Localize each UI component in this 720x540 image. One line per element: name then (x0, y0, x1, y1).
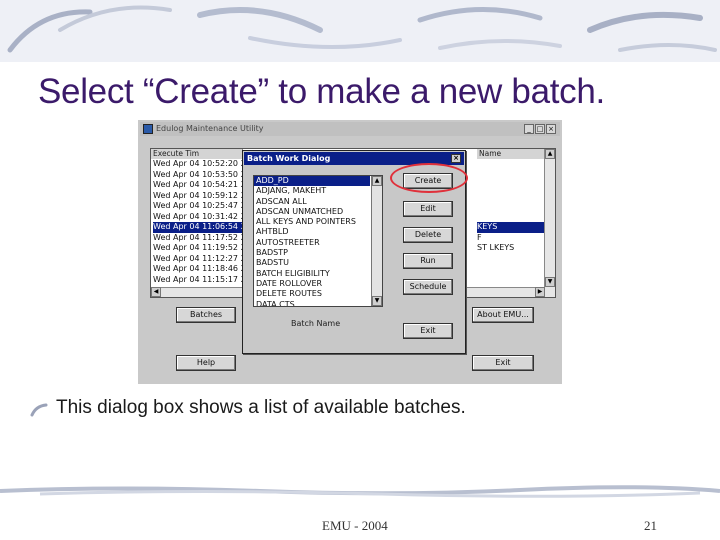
batches-button[interactable]: Batches (176, 307, 236, 323)
bullet-text: This dialog box shows a list of availabl… (56, 397, 466, 418)
batch-list-item[interactable]: AUTOSTREETER (254, 238, 370, 248)
history-row-name[interactable] (477, 264, 547, 275)
scroll-up-arrow-icon[interactable]: ▲ (545, 149, 555, 159)
dialog-title: Batch Work Dialog (247, 154, 331, 163)
minimize-button[interactable]: _ (524, 124, 534, 134)
footer-text: EMU - 2004 (322, 518, 388, 533)
vertical-scrollbar[interactable]: ▲ ▼ (544, 149, 555, 297)
schedule-button[interactable]: Schedule (403, 279, 453, 295)
history-row[interactable]: Wed Apr 04 11:17:52 2 (153, 233, 245, 244)
batch-list-item[interactable]: ADJANG, MAKEHT (254, 186, 370, 196)
page-number: 21 (644, 518, 657, 533)
history-row-name[interactable]: ST LKEYS (477, 243, 547, 254)
history-row[interactable]: Wed Apr 04 11:06:54 2 (153, 222, 245, 233)
history-row[interactable]: Wed Apr 04 10:54:21 2 (153, 180, 245, 191)
history-row-name[interactable]: KEYS (477, 222, 547, 233)
history-row[interactable]: Wed Apr 04 10:25:47 2 (153, 201, 245, 212)
history-row-name[interactable] (477, 275, 547, 286)
column-header-name[interactable]: Name (477, 149, 545, 159)
scroll-right-arrow-icon[interactable]: ▶ (535, 287, 545, 297)
batch-list-item[interactable]: BATCH ELIGIBILITY (254, 269, 370, 279)
history-row-name[interactable] (477, 170, 547, 181)
delete-button[interactable]: Delete (403, 227, 453, 243)
history-row-name[interactable] (477, 159, 547, 170)
batch-list-item[interactable]: ALL KEYS AND POINTERS (254, 217, 370, 227)
main-window-title: Edulog Maintenance Utility (156, 124, 264, 133)
maximize-button[interactable]: □ (535, 124, 545, 134)
history-row[interactable]: Wed Apr 04 11:18:46 2 (153, 264, 245, 275)
create-highlight-circle (390, 163, 468, 193)
history-row-name[interactable] (477, 180, 547, 191)
history-row[interactable]: Wed Apr 04 10:31:42 2 (153, 212, 245, 223)
dialog-exit-button[interactable]: Exit (403, 323, 453, 339)
history-row-name[interactable]: F (477, 233, 547, 244)
close-button[interactable]: × (546, 124, 556, 134)
history-row-name[interactable] (477, 254, 547, 265)
batch-list-item[interactable]: BADSTP (254, 248, 370, 258)
edit-button[interactable]: Edit (403, 201, 453, 217)
scroll-left-arrow-icon[interactable]: ◀ (151, 287, 161, 297)
batch-name-label: Batch Name (291, 319, 341, 328)
batch-list-item[interactable]: ADSCAN ALL (254, 197, 370, 207)
batch-list-item[interactable]: DELETE ROUTES (254, 289, 370, 299)
header-swoosh-decoration (0, 0, 720, 62)
batch-list-item[interactable]: BADSTU (254, 258, 370, 268)
batch-list-scrollbar[interactable]: ▲ ▼ (371, 176, 382, 306)
history-row[interactable]: Wed Apr 04 10:53:50 2 (153, 170, 245, 181)
history-row[interactable]: Wed Apr 04 10:59:12 2 (153, 191, 245, 202)
history-row[interactable]: Wed Apr 04 11:15:17 2 (153, 275, 245, 286)
window-controls: _ □ × (523, 124, 556, 138)
app-icon (143, 124, 153, 134)
batch-list-item[interactable]: ADSCAN UNMATCHED (254, 207, 370, 217)
slide-title: Select “Create” to make a new batch. (38, 72, 605, 111)
history-row[interactable]: Wed Apr 04 10:52:20 2 (153, 159, 245, 170)
history-name-rows: KEYS F ST LKEYS (477, 159, 547, 285)
help-button[interactable]: Help (176, 355, 236, 371)
footer-swoosh-decoration (0, 485, 720, 498)
history-rows: Wed Apr 04 10:52:20 2 Wed Apr 04 10:53:50… (153, 159, 245, 285)
history-row-name[interactable] (477, 212, 547, 223)
main-exit-button[interactable]: Exit (472, 355, 534, 371)
main-window-titlebar: Edulog Maintenance Utility _ □ × (140, 122, 560, 136)
history-row[interactable]: Wed Apr 04 11:19:52 2 (153, 243, 245, 254)
about-emu-button[interactable]: About EMU... (472, 307, 534, 323)
history-row-name[interactable] (477, 201, 547, 212)
bullet-swoosh-icon (30, 403, 48, 417)
batch-list-item[interactable]: ADD_PD (254, 176, 370, 187)
batch-list-item[interactable]: AHTBLD (254, 227, 370, 237)
batch-scroll-up-icon[interactable]: ▲ (372, 176, 382, 186)
history-row[interactable]: Wed Apr 04 11:12:27 2 (153, 254, 245, 265)
batch-list-item[interactable]: DATE ROLLOVER (254, 279, 370, 289)
history-row-name[interactable] (477, 191, 547, 202)
app-screenshot: Edulog Maintenance Utility _ □ × Execute T… (138, 120, 562, 384)
scroll-down-arrow-icon[interactable]: ▼ (545, 277, 555, 287)
batch-list[interactable]: ADD_PD ADJANG, MAKEHT ADSCAN ALL ADSCAN UNM… (253, 175, 383, 307)
batch-list-item[interactable]: DATA CTS (254, 300, 370, 306)
batch-scroll-down-icon[interactable]: ▼ (372, 296, 382, 306)
column-header-execute-time[interactable]: Execute Tim (151, 149, 243, 159)
dialog-close-icon[interactable]: × (451, 154, 461, 163)
run-button[interactable]: Run (403, 253, 453, 269)
batch-rows: ADD_PD ADJANG, MAKEHT ADSCAN ALL ADSCAN UNM… (254, 176, 382, 306)
